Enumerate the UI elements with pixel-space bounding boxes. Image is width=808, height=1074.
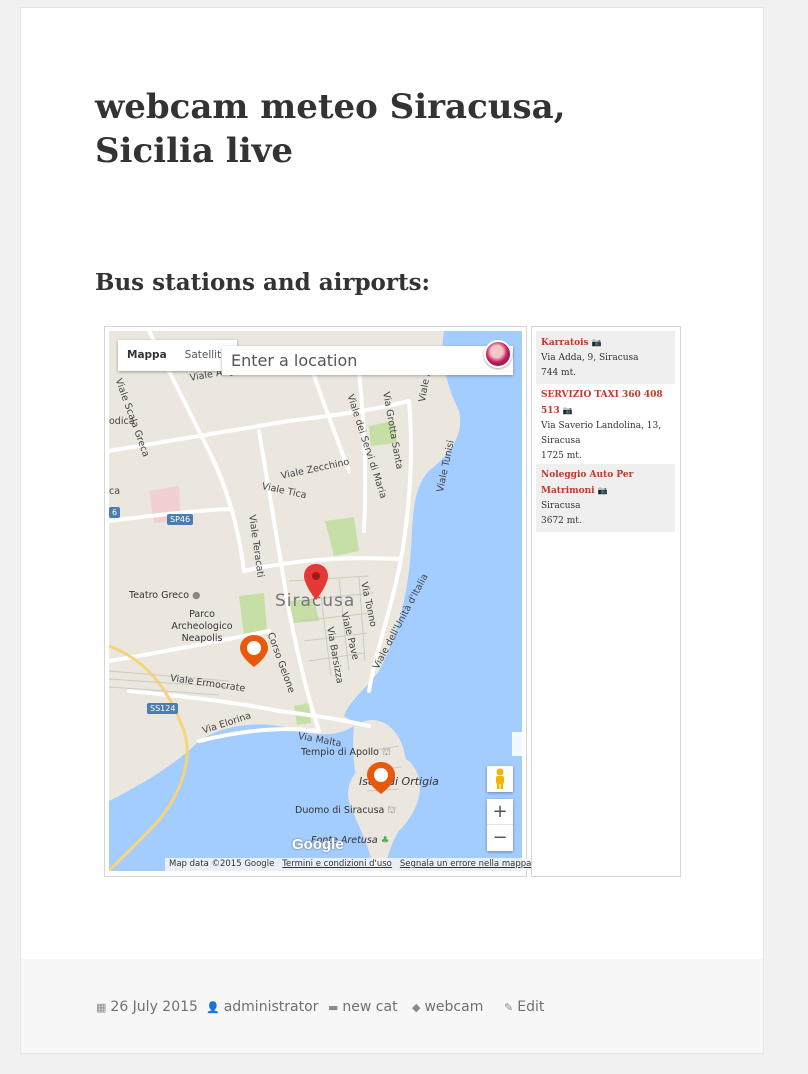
place-address: Siracusa [541,501,581,511]
zoom-in-button[interactable]: + [487,799,513,825]
category-link[interactable]: new cat [342,999,397,1015]
place-item: Noleggio Auto Per Matrimoni 📷 Siracusa 3… [536,464,675,532]
place-name-link[interactable]: Noleggio Auto Per Matrimoni [541,470,633,496]
report-error-link[interactable]: Segnala un errore nella mappa [396,858,535,871]
place-distance: 1725 mt. [541,451,582,461]
section-heading: Bus stations and airports: [95,269,431,296]
post-tag: ◆ webcam [412,997,483,1017]
place-distance: 744 mt. [541,368,577,378]
post-date: ▦ 26 July 2015 [96,997,198,1017]
edit-link[interactable]: Edit [517,999,544,1015]
place-name-link[interactable]: Karratois [541,338,589,348]
map-type-map-button[interactable]: Mappa [118,340,176,371]
poi-label: Teatro Greco ● [129,590,201,601]
tag-icon: ◆ [412,1000,421,1014]
post-title: webcam meteo Siracusa, Sicilia live [95,87,566,171]
tag-link[interactable]: webcam [424,999,483,1015]
place-item: Karratois 📷 Via Adda, 9, Siracusa 744 mt… [536,331,675,384]
post-category: ▬ new cat [328,997,398,1017]
place-item: SERVIZIO TAXI 360 408 513 📷 Via Saverio … [536,384,675,464]
place-address: Via Adda, 9, Siracusa [541,353,639,363]
map-edge-control[interactable] [512,732,522,756]
map-pin-icon[interactable] [304,564,328,600]
post-date-link[interactable]: 26 July 2015 [110,999,198,1015]
road-shield: SP46 [167,514,194,525]
google-logo: Google [292,836,344,853]
terms-link[interactable]: Termini e condizioni d'uso [278,858,396,871]
google-map[interactable]: Viale Augusta Viale Scala Greca Viale Ze… [109,331,522,871]
road-shield: 6 [109,507,121,518]
calendar-icon: ▦ [96,1000,107,1014]
camera-icon[interactable]: 📷 [563,406,573,415]
camera-icon[interactable]: 📷 [592,338,602,347]
road-shield: SS124 [147,703,179,714]
map-data-credit: Map data ©2015 Google [169,859,275,869]
post-edit: ✎ Edit [504,997,544,1017]
post-author: 👤 administrator [206,997,318,1017]
map-attribution: Map data ©2015 Google Termini e condizio… [165,858,536,871]
place-distance: 3672 mt. [541,516,582,526]
zoom-out-button[interactable]: − [487,825,513,851]
bus-station-marker-icon[interactable] [240,635,268,667]
camera-icon[interactable]: 📷 [597,486,607,495]
author-link[interactable]: administrator [224,999,319,1015]
map-type-control: Mappa Satellite [118,340,237,371]
street-label: odica [109,416,135,427]
user-icon: 👤 [206,1000,220,1014]
bus-station-marker-icon[interactable] [367,762,395,794]
street-view-pegman-icon[interactable] [487,766,513,792]
folder-icon: ▬ [328,1000,339,1014]
poi-label: Parco Archeologico Neapolis [171,609,233,644]
pencil-icon: ✎ [504,1000,514,1014]
place-name-link[interactable]: SERVIZIO TAXI 360 408 513 [541,390,663,416]
zoom-control: + − [487,799,513,851]
location-search-input[interactable] [222,346,513,375]
poi-label: Duomo di Siracusa ⛫ [295,805,397,816]
poi-label: Tempio di Apollo ⛫ [301,747,391,758]
avatar[interactable] [484,340,512,368]
place-address: Via Saverio Landolina, 13, Siracusa [541,421,662,446]
street-label: ca [109,486,121,497]
